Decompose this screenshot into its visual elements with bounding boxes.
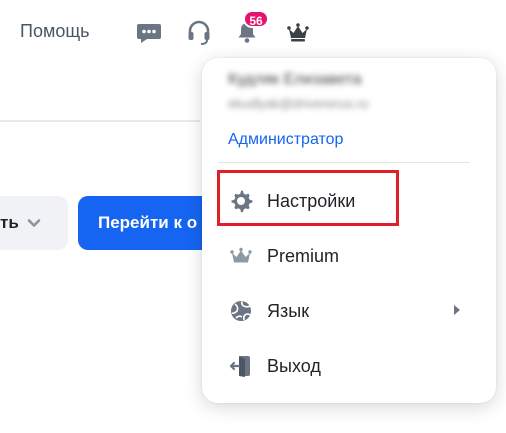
notifications-badge: 56 xyxy=(243,10,269,28)
logout-icon xyxy=(228,353,254,379)
user-name: Кудляк Елизавета xyxy=(228,71,362,88)
menu-item-label: Premium xyxy=(267,246,340,266)
top-bar: Помощь 56 xyxy=(0,0,506,66)
header-divider xyxy=(0,120,200,122)
menu-item-logout[interactable]: Выход xyxy=(214,341,484,389)
highlight-box xyxy=(217,170,399,226)
menu-divider xyxy=(218,162,470,163)
role-link[interactable]: Администратор xyxy=(228,131,343,149)
chat-icon[interactable] xyxy=(135,18,163,46)
crown-icon xyxy=(228,243,254,269)
menu-item-label: Язык xyxy=(267,301,310,321)
help-link[interactable]: Помощь xyxy=(20,21,90,42)
dropdown-button[interactable]: ть xyxy=(0,196,68,250)
profile-dropdown-menu: Кудляк Елизавета ekudlyak@drivenerus.ru … xyxy=(202,58,496,403)
support-headset-icon[interactable] xyxy=(185,18,213,46)
submenu-arrow-icon xyxy=(454,305,460,315)
dropdown-button-label: ть xyxy=(0,213,19,232)
menu-item-label: Выход xyxy=(267,356,321,376)
primary-action-button-label: Перейти к о xyxy=(98,213,198,232)
menu-item-language[interactable]: Язык xyxy=(214,286,484,334)
crown-icon[interactable] xyxy=(284,18,312,46)
chevron-down-icon xyxy=(27,219,41,227)
user-email: ekudlyak@drivenerus.ru xyxy=(228,96,369,111)
menu-item-premium[interactable]: Premium xyxy=(214,231,484,279)
globe-icon xyxy=(228,298,254,324)
